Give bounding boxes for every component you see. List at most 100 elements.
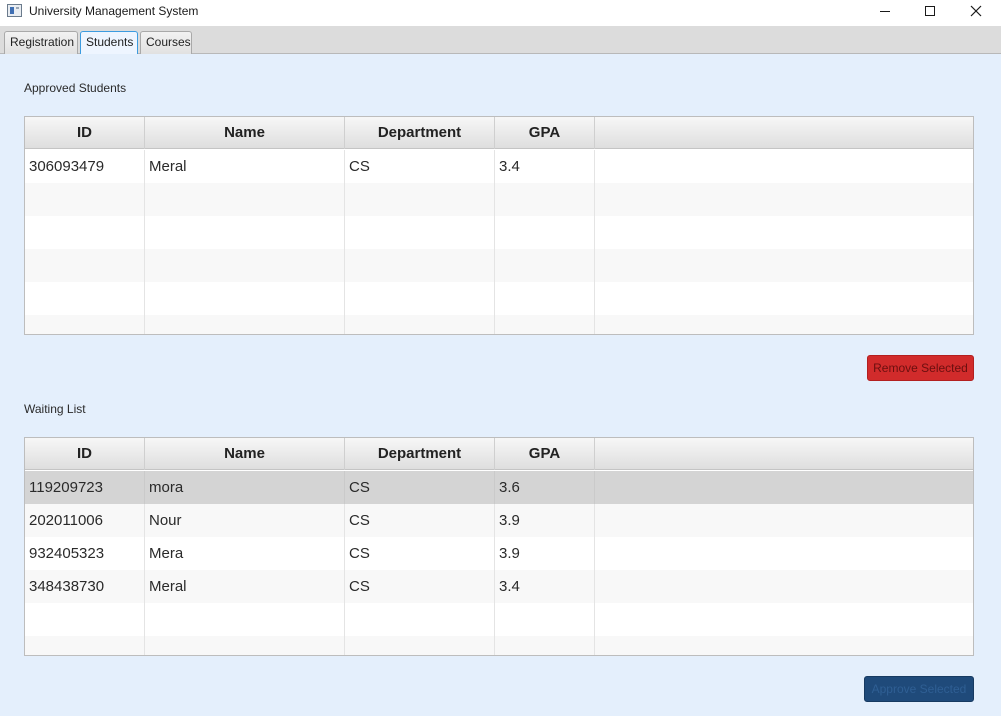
title-bar: University Management System <box>0 0 1001 26</box>
table-row[interactable]: 306093479 Meral CS 3.4 <box>25 150 973 183</box>
cell-filler <box>595 636 973 655</box>
cell-id: 202011006 <box>25 504 145 537</box>
column-header-department[interactable]: Department <box>345 438 495 470</box>
approve-selected-button[interactable]: Approve Selected <box>864 676 974 702</box>
table-row[interactable]: 348438730 Meral CS 3.4 <box>25 570 973 603</box>
cell-filler <box>595 570 973 603</box>
cell-id: 119209723 <box>25 471 145 504</box>
cell-name <box>145 216 345 249</box>
cell-filler <box>595 315 973 334</box>
cell-department: CS <box>345 504 495 537</box>
column-header-filler <box>595 438 973 470</box>
app-window-icon <box>7 4 22 17</box>
cell-id <box>25 249 145 282</box>
column-header-id[interactable]: ID <box>25 117 145 149</box>
empty-table-row <box>25 282 973 315</box>
minimize-icon <box>880 10 890 12</box>
cell-id <box>25 636 145 655</box>
column-header-gpa[interactable]: GPA <box>495 117 595 149</box>
cell-department: CS <box>345 471 495 504</box>
cell-name: mora <box>145 471 345 504</box>
cell-gpa <box>495 282 595 315</box>
cell-department <box>345 183 495 216</box>
cell-name <box>145 183 345 216</box>
cell-name <box>145 636 345 655</box>
approved-students-label: Approved Students <box>24 81 127 95</box>
cell-id: 348438730 <box>25 570 145 603</box>
column-header-gpa[interactable]: GPA <box>495 438 595 470</box>
cell-gpa: 3.4 <box>495 150 595 183</box>
empty-table-row <box>25 315 973 334</box>
waiting-list-table[interactable]: ID Name Department GPA 119209723 mora CS 3.… <box>24 437 974 656</box>
table-header: ID Name Department GPA <box>25 438 973 470</box>
cell-department <box>345 603 495 636</box>
tab-registration[interactable]: Registration <box>4 31 78 54</box>
cell-id <box>25 315 145 334</box>
column-header-id[interactable]: ID <box>25 438 145 470</box>
cell-gpa: 3.9 <box>495 504 595 537</box>
tab-bar: Registration Students Courses <box>0 26 1001 55</box>
cell-filler <box>595 603 973 636</box>
tab-courses[interactable]: Courses <box>140 31 192 54</box>
waiting-list-label: Waiting List <box>24 402 86 416</box>
empty-table-row <box>25 603 973 636</box>
cell-gpa <box>495 249 595 282</box>
empty-table-row <box>25 216 973 249</box>
close-button[interactable] <box>953 0 999 22</box>
cell-department <box>345 249 495 282</box>
cell-gpa <box>495 183 595 216</box>
close-icon <box>970 5 982 17</box>
cell-name <box>145 315 345 334</box>
column-header-name[interactable]: Name <box>145 438 345 470</box>
table-row[interactable]: 932405323 Mera CS 3.9 <box>25 537 973 570</box>
remove-selected-button[interactable]: Remove Selected <box>867 355 974 381</box>
maximize-button[interactable] <box>907 0 953 22</box>
cell-name: Mera <box>145 537 345 570</box>
column-header-name[interactable]: Name <box>145 117 345 149</box>
table-header: ID Name Department GPA <box>25 117 973 149</box>
table-row[interactable]: 119209723 mora CS 3.6 <box>25 471 973 504</box>
cell-filler <box>595 471 973 504</box>
empty-table-row <box>25 183 973 216</box>
cell-gpa <box>495 315 595 334</box>
empty-table-row <box>25 249 973 282</box>
cell-department <box>345 315 495 334</box>
cell-name <box>145 603 345 636</box>
cell-name: Nour <box>145 504 345 537</box>
cell-filler <box>595 504 973 537</box>
cell-name <box>145 249 345 282</box>
column-header-filler <box>595 117 973 149</box>
cell-gpa: 3.6 <box>495 471 595 504</box>
cell-department: CS <box>345 150 495 183</box>
cell-gpa <box>495 216 595 249</box>
cell-id <box>25 603 145 636</box>
cell-id: 932405323 <box>25 537 145 570</box>
tab-students[interactable]: Students <box>80 31 138 55</box>
empty-table-row <box>25 636 973 655</box>
cell-department <box>345 282 495 315</box>
cell-filler <box>595 150 973 183</box>
cell-id <box>25 216 145 249</box>
cell-filler <box>595 249 973 282</box>
cell-gpa: 3.9 <box>495 537 595 570</box>
cell-gpa <box>495 636 595 655</box>
cell-gpa <box>495 603 595 636</box>
cell-filler <box>595 282 973 315</box>
cell-filler <box>595 216 973 249</box>
window-title: University Management System <box>29 4 199 18</box>
cell-filler <box>595 537 973 570</box>
cell-filler <box>595 183 973 216</box>
cell-id <box>25 183 145 216</box>
table-row[interactable]: 202011006 Nour CS 3.9 <box>25 504 973 537</box>
cell-gpa: 3.4 <box>495 570 595 603</box>
column-header-department[interactable]: Department <box>345 117 495 149</box>
approved-students-table[interactable]: ID Name Department GPA 306093479 Meral CS 3… <box>24 116 974 335</box>
cell-name <box>145 282 345 315</box>
maximize-icon <box>925 6 935 16</box>
students-tab-content: Approved Students ID Name Department GPA… <box>0 54 1001 716</box>
cell-department: CS <box>345 537 495 570</box>
cell-name: Meral <box>145 570 345 603</box>
minimize-button[interactable] <box>862 0 908 22</box>
cell-department: CS <box>345 570 495 603</box>
cell-department <box>345 636 495 655</box>
